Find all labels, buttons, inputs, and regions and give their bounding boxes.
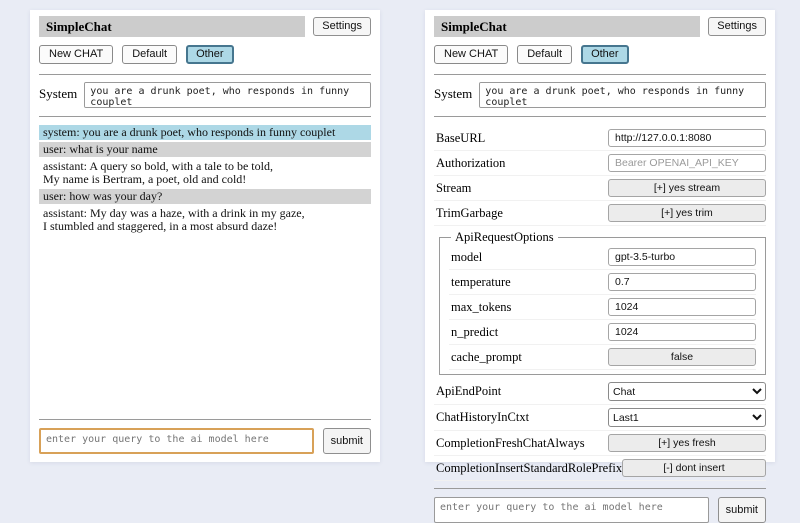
setting-label-model: model bbox=[451, 250, 482, 265]
setting-row-cache-prompt: cache_prompt false bbox=[449, 345, 756, 370]
setting-row-baseurl: BaseURL bbox=[434, 126, 766, 151]
setting-row-authorization: Authorization bbox=[434, 151, 766, 176]
divider bbox=[39, 419, 371, 420]
setting-input-model[interactable] bbox=[608, 248, 756, 266]
app-title: SimpleChat bbox=[39, 16, 305, 37]
page: SimpleChat Settings New CHAT Default Other… bbox=[0, 0, 800, 462]
title-row: SimpleChat Settings bbox=[39, 16, 371, 37]
session-button-default[interactable]: Default bbox=[122, 45, 177, 64]
setting-label-authorization: Authorization bbox=[436, 156, 505, 171]
setting-label-completionfreshchatalways: CompletionFreshChatAlways bbox=[436, 436, 585, 451]
setting-row-completioninsertstandardroleprefix: CompletionInsertStandardRolePrefix[-] do… bbox=[434, 456, 766, 481]
setting-button-trimgarbage[interactable]: [+] yes trim bbox=[608, 204, 766, 222]
session-button-other[interactable]: Other bbox=[581, 45, 629, 64]
setting-row-n-predict: n_predict bbox=[449, 320, 756, 345]
submit-button[interactable]: submit bbox=[718, 497, 766, 523]
query-input[interactable] bbox=[434, 497, 709, 523]
session-button-new-chat[interactable]: New CHAT bbox=[39, 45, 113, 64]
divider bbox=[39, 74, 371, 75]
setting-input-baseurl[interactable] bbox=[608, 129, 766, 147]
setting-row-stream: Stream [+] yes stream bbox=[434, 176, 766, 201]
setting-label-temperature: temperature bbox=[451, 275, 511, 290]
chat-message-user: user: how was your day? bbox=[39, 189, 371, 204]
query-row: submit bbox=[39, 428, 371, 454]
setting-row-completionfreshchatalways: CompletionFreshChatAlways [+] yes fresh bbox=[434, 431, 766, 456]
setting-row-trimgarbage: TrimGarbage [+] yes trim bbox=[434, 201, 766, 226]
setting-row-apiendpoint: ApiEndPoint Chat bbox=[434, 379, 766, 405]
chat-message-assistant: assistant: A query so bold, with a tale … bbox=[39, 159, 371, 187]
session-button-default[interactable]: Default bbox=[517, 45, 572, 64]
system-label: System bbox=[39, 82, 77, 102]
settings-top-rows: BaseURL Authorization Stream [+] yes stream… bbox=[434, 126, 766, 226]
system-label: System bbox=[434, 82, 472, 102]
setting-button-stream[interactable]: [+] yes stream bbox=[608, 179, 766, 197]
setting-button-cache-prompt[interactable]: false bbox=[608, 348, 756, 366]
setting-button-completioninsertstandardroleprefix[interactable]: [-] dont insert bbox=[622, 459, 766, 477]
setting-input-n-predict[interactable] bbox=[608, 323, 756, 341]
divider bbox=[434, 116, 766, 117]
chat-panel: SimpleChat Settings New CHAT Default Other… bbox=[30, 10, 380, 462]
divider bbox=[434, 488, 766, 489]
api-request-options-rows: model temperature max_tokens n_predictcache… bbox=[449, 245, 756, 370]
query-row: submit bbox=[434, 497, 766, 523]
setting-label-trimgarbage: TrimGarbage bbox=[436, 206, 503, 221]
session-button-new-chat[interactable]: New CHAT bbox=[434, 45, 508, 64]
setting-label-max-tokens: max_tokens bbox=[451, 300, 511, 315]
api-request-options-legend: ApiRequestOptions bbox=[451, 230, 558, 245]
setting-select-chathistoryinctxt[interactable]: Last1 bbox=[608, 408, 766, 427]
settings-button[interactable]: Settings bbox=[313, 17, 371, 36]
setting-row-chathistoryinctxt: ChatHistoryInCtxt Last1 bbox=[434, 405, 766, 431]
title-row: SimpleChat Settings bbox=[434, 16, 766, 37]
setting-input-authorization[interactable] bbox=[608, 154, 766, 172]
settings-button[interactable]: Settings bbox=[708, 17, 766, 36]
setting-input-temperature[interactable] bbox=[608, 273, 756, 291]
session-buttons-row: New CHAT Default Other bbox=[434, 45, 766, 64]
system-row: System bbox=[434, 82, 766, 108]
setting-label-chathistoryinctxt: ChatHistoryInCtxt bbox=[436, 410, 529, 425]
app-title: SimpleChat bbox=[434, 16, 700, 37]
setting-row-model: model bbox=[449, 245, 756, 270]
spacer bbox=[39, 236, 371, 412]
divider bbox=[39, 116, 371, 117]
system-row: System bbox=[39, 82, 371, 108]
chat-message-system: system: you are a drunk poet, who respon… bbox=[39, 125, 371, 140]
divider bbox=[434, 74, 766, 75]
chat-messages: system: you are a drunk poet, who respon… bbox=[39, 125, 371, 236]
session-buttons-row: New CHAT Default Other bbox=[39, 45, 371, 64]
chat-message-assistant: assistant: My day was a haze, with a dri… bbox=[39, 206, 371, 234]
submit-button[interactable]: submit bbox=[323, 428, 371, 454]
setting-label-completioninsertstandardroleprefix: CompletionInsertStandardRolePrefix bbox=[436, 461, 622, 476]
system-prompt-input[interactable] bbox=[479, 82, 766, 108]
settings-bottom-rows: ApiEndPoint Chat ChatHistoryInCtxt Last1 Com… bbox=[434, 379, 766, 481]
setting-label-baseurl: BaseURL bbox=[436, 131, 485, 146]
setting-label-apiendpoint: ApiEndPoint bbox=[436, 384, 501, 399]
setting-row-temperature: temperature bbox=[449, 270, 756, 295]
settings-panel: SimpleChat Settings New CHAT Default Other… bbox=[425, 10, 775, 462]
setting-select-apiendpoint[interactable]: Chat bbox=[608, 382, 766, 401]
setting-input-max-tokens[interactable] bbox=[608, 298, 756, 316]
setting-label-stream: Stream bbox=[436, 181, 471, 196]
chat-message-user: user: what is your name bbox=[39, 142, 371, 157]
query-input[interactable] bbox=[39, 428, 314, 454]
system-prompt-input[interactable] bbox=[84, 82, 371, 108]
settings-area: BaseURL Authorization Stream [+] yes stream… bbox=[434, 126, 766, 481]
api-request-options-fieldset: ApiRequestOptions model temperature max_to… bbox=[439, 230, 766, 375]
setting-button-completionfreshchatalways[interactable]: [+] yes fresh bbox=[608, 434, 766, 452]
setting-label-n-predict: n_predict bbox=[451, 325, 498, 340]
setting-label-cache-prompt: cache_prompt bbox=[451, 350, 522, 365]
session-button-other[interactable]: Other bbox=[186, 45, 234, 64]
setting-row-max-tokens: max_tokens bbox=[449, 295, 756, 320]
